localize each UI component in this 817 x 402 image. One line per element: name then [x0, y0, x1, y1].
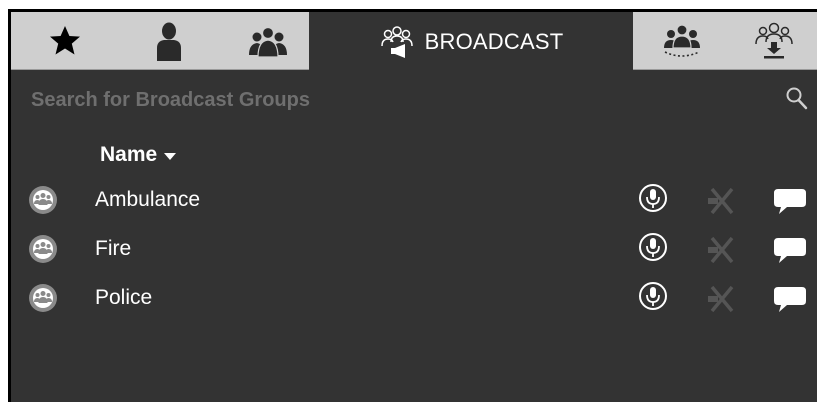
tab-contacts[interactable] [119, 12, 219, 70]
tab-favorites[interactable] [11, 12, 119, 70]
tab-groups[interactable] [219, 12, 317, 70]
tab-broadcast[interactable]: BROADCAST [309, 12, 633, 71]
microphone-icon[interactable] [638, 183, 668, 213]
tab-broadcast-label: BROADCAST [424, 28, 564, 54]
search-bar [11, 82, 817, 118]
microphone-icon[interactable] [638, 281, 668, 311]
broadcast-icon [380, 25, 413, 58]
microphone-icon[interactable] [638, 232, 668, 262]
mute-icon[interactable] [705, 284, 739, 314]
tab-bar: BROADCAST [11, 12, 817, 71]
tab-group-download[interactable] [731, 12, 817, 70]
group-avatar-icon [29, 186, 57, 214]
list-item[interactable]: Fire [11, 227, 817, 275]
chat-icon[interactable] [773, 236, 807, 266]
mute-icon[interactable] [705, 235, 739, 265]
list-item[interactable]: Ambulance [11, 178, 817, 226]
group-download-icon [755, 22, 793, 59]
broadcast-panel: BROADCAST Search for Broadcast Groups Na… [8, 9, 817, 402]
group-avatar-icon [29, 284, 57, 312]
name-column-label: Name [100, 143, 158, 166]
group-name: Fire [95, 237, 132, 260]
caret-down-icon [164, 153, 177, 160]
group-icon [249, 26, 287, 57]
search-input[interactable] [31, 82, 771, 118]
list-item[interactable]: Police [11, 276, 817, 324]
name-column-header[interactable]: Name [100, 140, 177, 170]
chat-icon[interactable] [773, 285, 807, 315]
conference-icon [664, 24, 700, 57]
mute-icon[interactable] [705, 186, 739, 216]
person-icon [157, 22, 181, 61]
chat-icon[interactable] [773, 187, 807, 217]
star-icon [50, 26, 80, 55]
tab-conference[interactable] [633, 12, 731, 70]
group-name: Police [95, 286, 153, 309]
search-icon[interactable] [785, 86, 809, 112]
group-avatar-icon [29, 235, 57, 263]
group-name: Ambulance [95, 188, 201, 211]
